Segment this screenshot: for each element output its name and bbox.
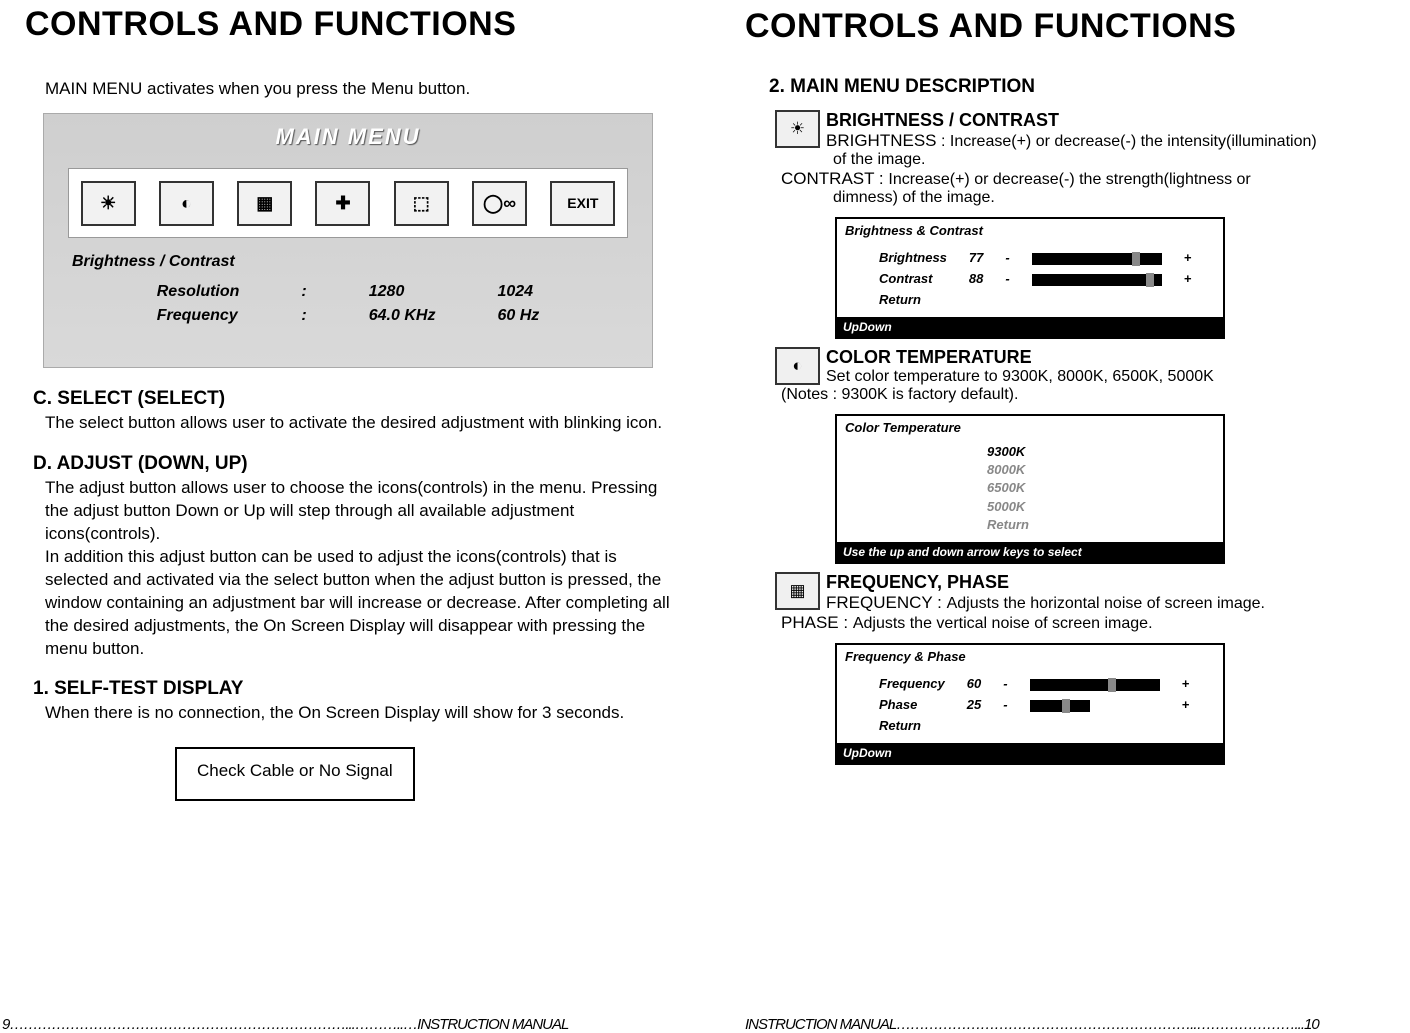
freq-v: 60 Hz	[467, 305, 569, 327]
page-title-left: CONTROLS AND FUNCTIONS	[25, 5, 680, 44]
osd-bc-brightness-val: 77	[959, 248, 993, 267]
misc-icon: ◯∞	[472, 181, 527, 226]
main-menu-icon-row: ☀ ◐ ▦ ✚ ⬚ ◯∞ EXIT	[68, 168, 628, 238]
select-body: The select button allows user to activat…	[45, 412, 680, 435]
right-page: CONTROLS AND FUNCTIONS 2. MAIN MENU DESC…	[705, 0, 1410, 1033]
no-signal-box: Check Cable or No Signal	[175, 747, 415, 801]
osd-color-temp: Color Temperature 9300K 8000K 6500K 5000…	[835, 414, 1225, 564]
osd-fp-freq-label: Frequency	[869, 674, 955, 693]
intro-text: MAIN MENU activates when you press the M…	[45, 79, 680, 99]
freq-phase-icon: ▦	[237, 181, 292, 226]
osd-ct-title: Color Temperature	[837, 416, 1223, 439]
main-menu-header: MAIN MENU	[275, 124, 420, 150]
freq-label: Frequency	[127, 305, 270, 327]
selftest-body: When there is no connection, the On Scre…	[45, 702, 680, 725]
footer-right: INSTRUCTION MANUAL……………………………………………………….…	[745, 1016, 1385, 1033]
ct-8000: 8000K	[987, 461, 1223, 479]
ct-heading: COLOR TEMPERATURE	[826, 347, 1032, 367]
res-v: 1024	[467, 281, 569, 303]
phase-line: PHASE : Adjusts the vertical noise of sc…	[781, 613, 1385, 633]
freq-label: FREQUENCY :	[826, 593, 947, 612]
freq-desc: Adjusts the horizontal noise of screen i…	[947, 595, 1265, 612]
res-h: 1280	[339, 281, 466, 303]
osd-ct-footer: Use the up and down arrow keys to select	[837, 542, 1223, 562]
osd-fp-phase-label: Phase	[869, 695, 955, 714]
osd-fp-title: Frequency & Phase	[837, 645, 1223, 668]
ct-9300: 9300K	[987, 443, 1223, 461]
contrast-label: CONTRAST :	[781, 169, 888, 188]
main-menu-screenshot: MAIN MENU ☀ ◐ ▦ ✚ ⬚ ◯∞ EXIT Brightness /…	[43, 113, 653, 368]
color-temp-icon: ◐	[159, 181, 214, 226]
osd-bc-footer: UpDown	[837, 317, 1223, 337]
exit-icon: EXIT	[550, 181, 615, 226]
fp-section: ▦ FREQUENCY, PHASE FREQUENCY : Adjusts t…	[745, 572, 1385, 613]
brightness-contrast-icon: ☀	[775, 110, 820, 148]
osd-fp-footer: UpDown	[837, 743, 1223, 763]
selftest-heading: 1. SELF-TEST DISPLAY	[33, 678, 680, 700]
freq-h: 64.0 KHz	[339, 305, 466, 327]
bc-heading: BRIGHTNESS / CONTRAST	[826, 110, 1059, 130]
ct-desc: Set color temperature to 9300K, 8000K, 6…	[826, 368, 1214, 385]
footer-left: 9………………………………………………………………...………..…INSTRU…	[2, 1016, 642, 1033]
osd-bc-return: Return	[869, 290, 957, 309]
page-title-right: CONTROLS AND FUNCTIONS	[745, 7, 1385, 46]
contrast-line: CONTRAST : Increase(+) or decrease(-) th…	[781, 169, 1385, 189]
brightness-label: BRIGHTNESS	[826, 131, 937, 150]
select-heading: C. SELECT (SELECT)	[33, 388, 680, 410]
contrast-desc2: dimness) of the image.	[833, 189, 1385, 207]
ct-6500: 6500K	[987, 479, 1223, 497]
fp-heading: FREQUENCY, PHASE	[826, 572, 1009, 592]
freq-phase-section-icon: ▦	[775, 572, 820, 610]
selected-item-label: Brightness / Contrast	[72, 253, 235, 271]
ct-note: (Notes : 9300K is factory default).	[781, 386, 1385, 404]
color-temperature-icon: ◐	[775, 347, 820, 385]
ct-5000: 5000K	[987, 498, 1223, 516]
left-page: CONTROLS AND FUNCTIONS MAIN MENU activat…	[0, 0, 705, 1033]
osd-bc-title: Brightness & Contrast	[837, 219, 1223, 242]
osd-fp-return: Return	[869, 716, 955, 735]
phase-desc: Adjusts the vertical noise of screen ima…	[853, 615, 1153, 632]
osd-freq-phase: Frequency & Phase Frequency 60 - + Phase…	[835, 643, 1225, 765]
brightness-desc: : Increase(+) or decrease(-) the intensi…	[941, 133, 1317, 150]
osd-bc-contrast-val: 88	[959, 269, 993, 288]
osd-fp-freq-val: 60	[957, 674, 991, 693]
osd-bc-contrast-label: Contrast	[869, 269, 957, 288]
osd-brightness-contrast: Brightness & Contrast Brightness 77 - + …	[835, 217, 1225, 339]
osd-ct-list: 9300K 8000K 6500K 5000K Return	[987, 443, 1223, 534]
adjust-heading: D. ADJUST (DOWN, UP)	[33, 453, 680, 475]
scaling-icon: ⬚	[394, 181, 449, 226]
position-icon: ✚	[315, 181, 370, 226]
phase-label: PHASE :	[781, 613, 853, 632]
osd-bc-brightness-label: Brightness	[869, 248, 957, 267]
main-menu-desc-heading: 2. MAIN MENU DESCRIPTION	[769, 76, 1385, 98]
resolution-freq-table: Resolution : 1280 1024 Frequency : 64.0 …	[125, 279, 572, 329]
ct-section: ◐ COLOR TEMPERATURE Set color temperatur…	[745, 347, 1385, 386]
ct-return: Return	[987, 516, 1223, 534]
contrast-desc: Increase(+) or decrease(-) the strength(…	[888, 171, 1250, 188]
osd-fp-phase-val: 25	[957, 695, 991, 714]
adjust-body: The adjust button allows user to choose …	[45, 477, 680, 661]
bc-section: ☀ BRIGHTNESS / CONTRAST BRIGHTNESS : Inc…	[745, 110, 1385, 151]
res-label: Resolution	[127, 281, 270, 303]
brightness-icon: ☀	[81, 181, 136, 226]
brightness-desc2: of the image.	[833, 151, 1385, 169]
